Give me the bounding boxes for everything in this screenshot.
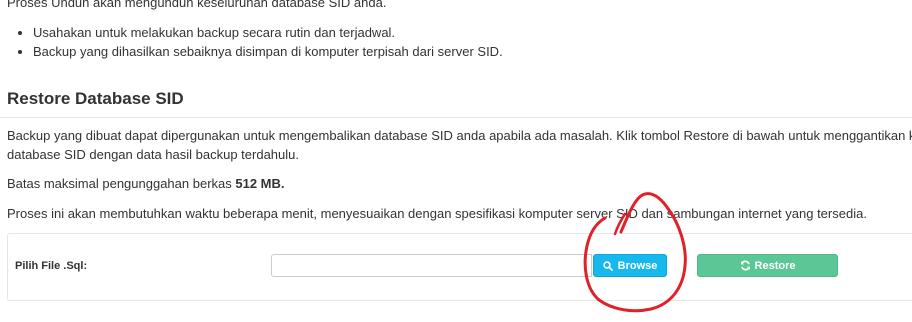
search-icon xyxy=(603,260,614,271)
section-title: Restore Database SID xyxy=(7,89,184,108)
section-divider xyxy=(0,117,912,118)
list-item: Usahakan untuk melakukan backup secara r… xyxy=(33,23,503,42)
process-duration-info: Proses ini akan membutuhkan waktu bebera… xyxy=(7,206,867,221)
restore-description: Backup yang dibuat dapat dipergunakan un… xyxy=(7,126,912,164)
restore-description-line-2: database SID dengan data hasil backup te… xyxy=(7,147,299,162)
browse-button[interactable]: Browse xyxy=(593,254,667,277)
file-path-input[interactable] xyxy=(271,254,592,277)
browse-button-label: Browse xyxy=(617,259,658,272)
max-upload-prefix: Batas maksimal pengunggahan berkas xyxy=(7,176,236,191)
file-input-label: Pilih File .Sql: xyxy=(15,260,88,272)
restore-description-line-1: Backup yang dibuat dapat dipergunakan un… xyxy=(7,128,912,143)
refresh-icon xyxy=(740,260,751,271)
restore-button[interactable]: Restore xyxy=(697,254,838,277)
max-upload-info: Batas maksimal pengunggahan berkas 512 M… xyxy=(7,174,285,193)
page: Proses Unduh akan mengunduh keseluruhan … xyxy=(0,0,912,322)
intro-text: Proses Unduh akan mengunduh keseluruhan … xyxy=(7,0,387,10)
restore-button-label: Restore xyxy=(754,259,796,272)
backup-tips-list: Usahakan untuk melakukan backup secara r… xyxy=(0,23,503,61)
list-item: Backup yang dihasilkan sebaiknya disimpa… xyxy=(33,42,503,61)
max-upload-value: 512 MB. xyxy=(235,176,285,191)
